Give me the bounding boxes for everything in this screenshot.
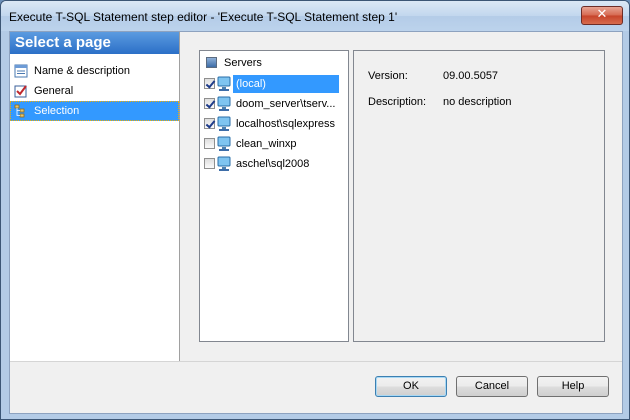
server-name: doom_server\tserv... [236,98,336,110]
page-item-label: Selection [34,105,80,117]
servers-header-label: Servers [224,57,262,69]
server-checkbox[interactable] [204,98,215,109]
ok-button[interactable]: OK [375,376,447,397]
server-row[interactable]: localhost\sqlexpress [204,114,346,134]
dialog-client-area: Select a page Name & description General [9,31,623,414]
window-title: Execute T-SQL Statement step editor - 'E… [9,10,398,24]
version-value: 09.00.5057 [443,70,499,82]
server-icon [217,76,231,91]
general-icon [14,85,27,98]
server-icon [217,96,231,111]
page-item-general[interactable]: General [10,81,179,101]
server-checkbox[interactable] [204,158,215,169]
close-button[interactable]: ✕ [581,6,623,25]
server-checkbox[interactable] [204,118,215,129]
server-icon [217,136,231,151]
server-row[interactable]: doom_server\tserv... [204,94,346,114]
selection-icon [14,104,25,118]
server-icon [217,116,231,131]
description-value: no description [443,96,512,108]
servers-list[interactable]: Servers (local) doom_server\tserv... loc… [199,50,349,342]
servers-group-icon [206,57,217,68]
page-selector: Select a page Name & description General [10,32,180,361]
server-checkbox[interactable] [204,78,215,89]
page-item-name-description[interactable]: Name & description [10,61,179,81]
version-label: Version: [368,70,408,82]
server-row[interactable]: (local) [204,74,346,94]
description-label: Description: [368,96,427,108]
page-item-label: Name & description [34,65,130,77]
help-button[interactable]: Help [537,376,609,397]
server-info-panel: Version: 09.00.5057 Description: no desc… [353,50,605,342]
page-item-label: General [34,85,74,97]
server-checkbox[interactable] [204,138,215,149]
title-bar[interactable]: Execute T-SQL Statement step editor - 'E… [1,1,629,31]
name-description-icon [14,64,28,78]
server-name: (local) [233,75,339,93]
server-name: clean_winxp [236,138,297,150]
server-name: localhost\sqlexpress [236,118,336,130]
cancel-button[interactable]: Cancel [456,376,528,397]
server-name: aschel\sql2008 [236,158,310,170]
footer-divider [10,361,622,362]
close-icon: ✕ [596,7,608,22]
server-row[interactable]: clean_winxp [204,134,346,154]
page-selector-header: Select a page [10,32,179,54]
dialog-window: Execute T-SQL Statement step editor - 'E… [0,0,630,420]
servers-header: Servers [204,55,262,71]
page-item-selection[interactable]: Selection [10,101,179,121]
server-icon [217,156,231,171]
server-row[interactable]: aschel\sql2008 [204,154,346,174]
